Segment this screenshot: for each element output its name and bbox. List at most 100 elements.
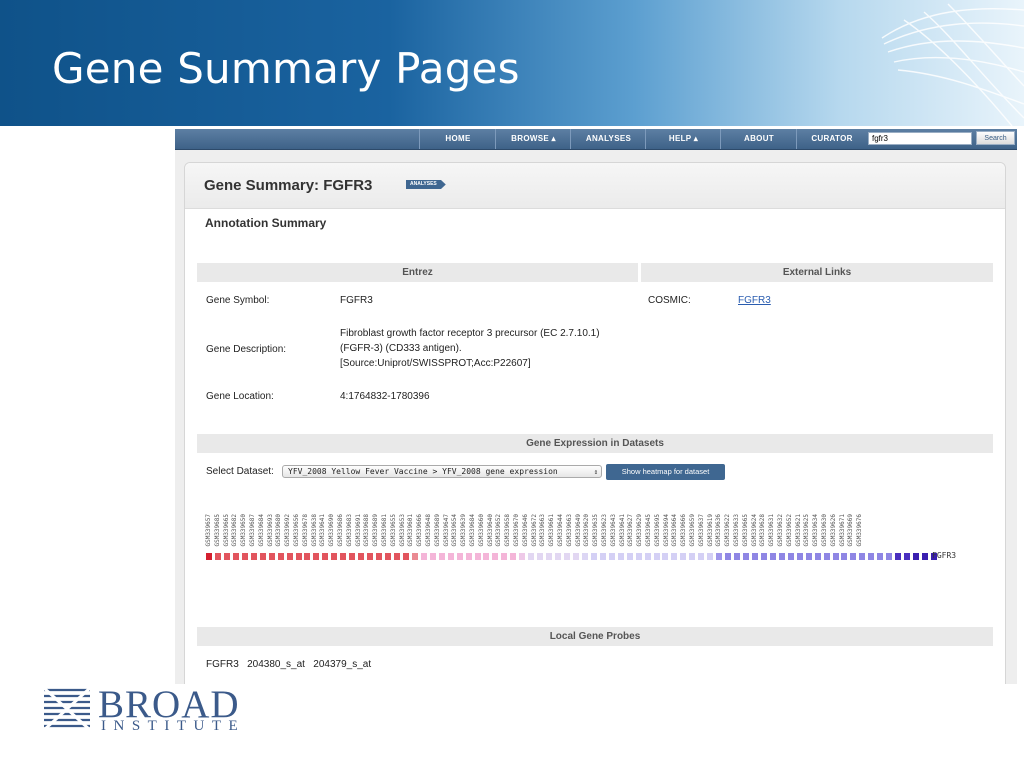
nav-home[interactable]: HOME (419, 129, 496, 149)
heatmap-cell (653, 553, 660, 560)
heatmap-cell (796, 553, 803, 560)
sample-label: GSM339630 (821, 514, 828, 547)
gene-location-label: Gene Location: (206, 391, 274, 402)
slide-header: Gene Summary Pages (0, 0, 1024, 126)
heatmap-cell (644, 553, 651, 560)
sample-label: GSM339665 (741, 514, 749, 547)
heatmap-cell (465, 553, 472, 560)
heatmap-cell (778, 553, 785, 560)
gene-symbol-value: FGFR3 (340, 295, 373, 306)
sample-label: GSM339620 (583, 514, 591, 547)
analyses-tag[interactable]: ANALYSES (406, 180, 446, 189)
nav-analyses[interactable]: ANALYSES (570, 129, 646, 149)
sample-label: GSM339632 (777, 514, 784, 547)
heatmap-cell (277, 553, 284, 560)
heatmap-cell (581, 553, 588, 560)
sample-label: GSM339631 (768, 514, 776, 547)
heatmap-cell (519, 553, 526, 560)
sample-label: GSM339684 (469, 514, 476, 547)
broad-logo-subtitle: INSTITUTE (101, 718, 246, 734)
gene-description-label: Gene Description: (206, 344, 287, 355)
nav-browse[interactable]: BROWSE ▴ (495, 129, 571, 149)
nav-curator[interactable]: CURATOR (796, 129, 867, 149)
sample-label: GSM339621 (794, 514, 802, 547)
sample-label: GSM339669 (847, 514, 855, 547)
sample-label: GSM339627 (627, 514, 635, 547)
heatmap-cell (572, 553, 579, 560)
gene-description-line-1: Fibroblast growth factor receptor 3 prec… (340, 328, 600, 339)
heatmap-cell (474, 553, 481, 560)
heatmap-cell (877, 553, 884, 560)
probe-list: FGFR3 204380_s_at 204379_s_at (206, 659, 372, 670)
dataset-select[interactable]: YFV_2008 Yellow Fever Vaccine > YFV_2008… (282, 465, 602, 478)
slide-title: Gene Summary Pages (52, 44, 520, 93)
sample-label: GSM339670 (513, 514, 520, 547)
heatmap-cell (367, 553, 374, 560)
heatmap-cell (447, 553, 454, 560)
heatmap-cell (313, 553, 320, 560)
cosmic-link[interactable]: FGFR3 (738, 294, 771, 308)
sample-label: GSM339628 (759, 514, 767, 547)
sample-label: GSM339665 (222, 514, 230, 547)
heatmap-cell (814, 553, 821, 560)
sample-label: GSM339685 (213, 514, 221, 547)
sample-label: GSM339680 (275, 514, 283, 547)
heatmap-cell (331, 553, 338, 560)
heatmap-cell (411, 553, 418, 560)
nav-help[interactable]: HELP ▴ (645, 129, 721, 149)
sample-label: GSM339683 (345, 514, 353, 547)
sample-labels: GSM339657 GSM339685 GSM339665 GSM339682 GSM3… (205, 501, 925, 547)
sample-label: GSM339648 (425, 514, 432, 547)
sample-label: GSM339660 (477, 514, 485, 547)
sample-label: GSM339681 (381, 514, 388, 547)
heatmap-cell (555, 553, 562, 560)
sample-label: GSM339656 (293, 514, 300, 547)
gene-symbol-label: Gene Symbol: (206, 295, 270, 306)
heatmap-cell (483, 553, 490, 560)
heatmap-cell (608, 553, 615, 560)
search-input[interactable] (868, 132, 972, 145)
heatmap-cell (662, 553, 669, 560)
heatmap-cell (895, 553, 902, 560)
heatmap-cell (259, 553, 266, 560)
heatmap-cell (689, 553, 696, 560)
sample-label: GSM339663 (539, 514, 547, 547)
heatmap-cell (223, 553, 230, 560)
cosmic-label: COSMIC: (648, 295, 691, 306)
sample-label: GSM339691 (354, 514, 362, 547)
sample-label: GSM339625 (803, 514, 811, 547)
select-dataset-label: Select Dataset: (206, 466, 274, 477)
sample-label: GSM339652 (785, 514, 793, 547)
heatmap-cell (214, 553, 221, 560)
sample-label: GSM339686 (337, 514, 344, 547)
heatmap-cell (734, 553, 741, 560)
sample-label: GSM339634 (812, 514, 820, 547)
heatmap-cell (564, 553, 570, 560)
heatmap-cell (286, 553, 293, 560)
sample-label: GSM339624 (750, 514, 758, 547)
heatmap-cell (510, 553, 517, 560)
heatmap-cell (850, 553, 857, 560)
sample-label: GSM339653 (398, 514, 406, 547)
sample-label: GSM339636 (715, 514, 723, 547)
sample-label: GSM339661 (548, 514, 556, 547)
broad-logo-mark (42, 686, 92, 732)
heatmap-cell (787, 553, 794, 560)
annotation-summary-heading: Annotation Summary (205, 216, 327, 230)
sample-label: GSM339684 (257, 514, 265, 547)
search-button[interactable]: Search (976, 131, 1015, 145)
heatmap-cell (268, 553, 275, 560)
heatmap-cell (295, 553, 302, 560)
sample-label: GSM339649 (574, 514, 582, 547)
heatmap-cell (886, 553, 893, 560)
nav-about[interactable]: ABOUT (720, 129, 797, 149)
sample-label: GSM339672 (530, 514, 538, 547)
sample-label: GSM339655 (389, 514, 397, 547)
page-title-bar: Gene Summary: FGFR3 ANALYSES (185, 163, 1005, 209)
heatmap-cell (913, 553, 920, 560)
heatmap-cell (590, 553, 597, 560)
show-heatmap-button[interactable]: Show heatmap for dataset (606, 464, 725, 480)
sample-label: GSM339641 (319, 514, 327, 547)
heatmap-cell (402, 553, 409, 560)
page-title: Gene Summary: FGFR3 (204, 177, 373, 194)
